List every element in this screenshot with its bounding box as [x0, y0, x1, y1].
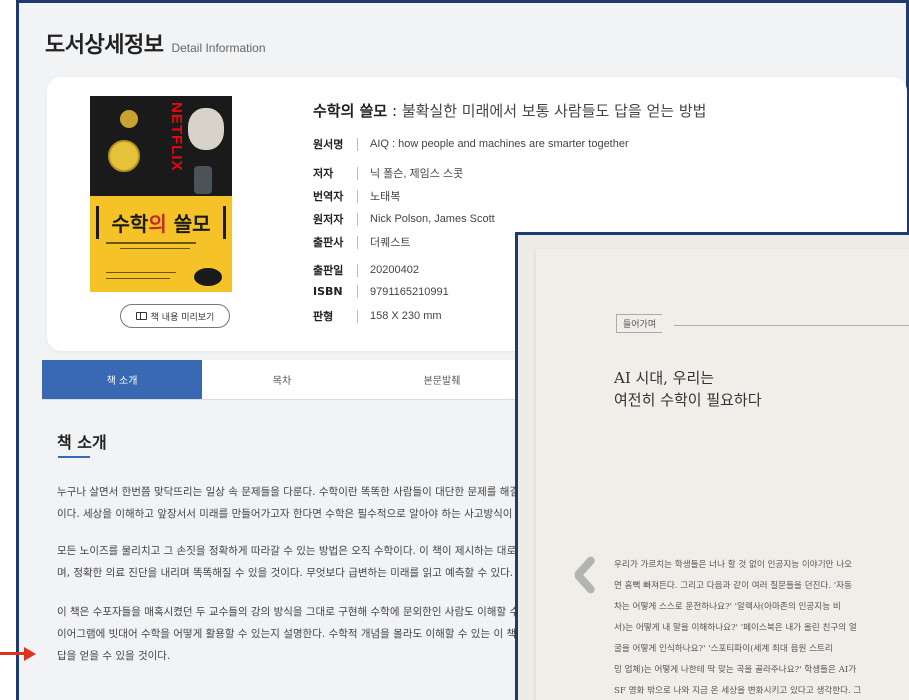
paragraph-line: 이다. 세상을 이해하고 앞장서서 미래를 만들어가고자 한다면 수학은 필수적… [57, 508, 513, 520]
paragraph-line: 이 책은 수포자들을 매혹시켰던 두 교수들의 강의 방식을 그대로 구현해 수… [57, 606, 517, 618]
cover-brand: NETFLIX [168, 102, 185, 172]
detail-tabs: 책 소개 목차 본문발췌 [42, 360, 522, 400]
book-title-subtitle: 불확실한 미래에서 보통 사람들도 답을 얻는 방법 [401, 102, 707, 120]
meta-row-format: 판형 158 X 230 mm [313, 308, 442, 324]
cover-title-part: 의 [148, 212, 174, 236]
cover-coin-graphic [120, 110, 138, 128]
preview-heading-line: AI 시대, 우리는 [614, 369, 715, 387]
tab-table-of-contents[interactable]: 목차 [202, 360, 362, 400]
meta-value: 20200402 [370, 264, 419, 276]
meta-divider [357, 263, 358, 277]
preview-body-line: 우리가 가르치는 학생들은 너나 할 것 없이 인공지능 이야기만 나오 [614, 560, 853, 570]
meta-value: 더퀘스트 [370, 237, 411, 249]
chevron-left-icon[interactable] [570, 549, 600, 595]
paragraph-line: 답을 얻을 수 있을 것이다. [57, 650, 171, 662]
arrow-head [24, 647, 36, 661]
cover-ball-graphic [108, 140, 140, 172]
preview-body-text: 우리가 가르치는 학생들은 너나 할 것 없이 인공지능 이야기만 나오 면 흠… [614, 555, 909, 700]
meta-label: 번역자 [313, 190, 344, 203]
meta-divider [357, 166, 358, 180]
meta-divider [357, 137, 358, 151]
tab-book-intro[interactable]: 책 소개 [42, 360, 202, 400]
preview-tag-rule [674, 325, 909, 326]
cover-text-line [106, 242, 196, 244]
page-subtitle: Detail Information [171, 41, 266, 55]
intro-paragraph: 누구나 살면서 한번쯤 맞닥뜨리는 일상 속 문제들을 다룬다. 수학이란 똑똑… [57, 481, 517, 525]
meta-divider [357, 285, 358, 298]
pointer-arrow-icon [0, 647, 38, 661]
book-title-main: 수학의 쓸모 [313, 102, 388, 120]
paragraph-line: 이어그램에 빗대어 수학을 어떻게 활용할 수 있는지 설명한다. 수학적 개념… [57, 628, 517, 640]
cover-badge [194, 268, 222, 286]
page-title: 도서상세정보 [45, 33, 164, 58]
cover-text-line [106, 278, 170, 279]
preview-body-line: SF 영화 밖으로 나와 지금 온 세상을 변화시키고 있다고 생각한다. 그 [614, 686, 862, 696]
meta-divider [357, 212, 358, 226]
intro-paragraph: 이 책은 수포자들을 매혹시켰던 두 교수들의 강의 방식을 그대로 구현해 수… [57, 601, 517, 667]
meta-label: 출판일 [313, 264, 344, 277]
preview-body-line: 차는 어떻게 스스로 운전하나요?' '알렉사(아마존의 인공지능 비 [614, 602, 841, 612]
book-cover-image: NETFLIX 수학의 쓸모 [90, 96, 232, 292]
meta-value: 9791165210991 [370, 285, 449, 298]
open-book-icon [135, 312, 147, 320]
meta-value: 158 X 230 mm [370, 310, 442, 322]
cover-title: 수학의 쓸모 [96, 206, 226, 239]
meta-label: 원서명 [313, 138, 344, 151]
paragraph-line: 모든 노이즈를 물리치고 그 손짓을 정확하게 따라갈 수 있는 방법은 오직 … [57, 545, 517, 557]
page-header: 도서상세정보 Detail Information [45, 27, 266, 59]
chevron-stroke [573, 570, 597, 595]
section-title: 책 소개 [57, 433, 107, 452]
preview-page: 들어가며 AI 시대, 우리는 여전히 수학이 필요하다 우리가 가르치는 학생… [536, 249, 909, 700]
preview-body-line: 면 흠뻑 빠져든다. 그리고 다음과 같이 여러 질문들을 던진다. '자동 [614, 581, 852, 591]
preview-heading-line: 여전히 수학이 필요하다 [614, 391, 762, 409]
preview-body-line: 굴을 어떻게 인식하나요?' '스포티파이(세계 최대 음원 스트리 [614, 644, 833, 654]
meta-label: 원저자 [313, 213, 344, 226]
arrow-shaft [0, 652, 26, 655]
meta-value: Nick Polson, James Scott [370, 213, 495, 225]
preview-page-overlay: 들어가며 AI 시대, 우리는 여전히 수학이 필요하다 우리가 가르치는 학생… [515, 232, 909, 700]
meta-divider [357, 189, 358, 203]
meta-value: AIQ : how people and machines are smarte… [370, 138, 629, 150]
meta-divider [357, 235, 358, 249]
meta-label: 저자 [313, 167, 334, 180]
tab-excerpt[interactable]: 본문발췌 [362, 360, 522, 400]
cover-title-part: 수학 [111, 212, 149, 236]
meta-label: ISBN [313, 285, 343, 298]
meta-row-author: 저자 닉 폴슨, 제임스 스콧 [313, 165, 463, 181]
preview-body-line: 밍 업체)는 어떻게 나한테 딱 맞는 곡을 골라주나요?' 학생들은 AI가 [614, 665, 857, 675]
cover-text-line [106, 272, 176, 273]
section-underline [58, 456, 90, 458]
meta-row-original-title: 원서명 AIQ : how people and machines are sma… [313, 136, 629, 152]
meta-row-translator: 번역자 노태복 [313, 188, 400, 204]
preview-book-button[interactable]: 책 내용 미리보기 [120, 304, 230, 328]
paragraph-line: 며, 정확한 의료 진단을 내리며 똑똑해질 수 있을 것이다. 무엇보다 급변… [57, 567, 514, 579]
book-title: 수학의 쓸모 : 불확실한 미래에서 보통 사람들도 답을 얻는 방법 [313, 100, 706, 121]
cover-title-part: 쓸모 [173, 212, 211, 236]
meta-divider [357, 309, 358, 323]
meta-label: 출판사 [313, 236, 344, 249]
preview-button-label: 책 내용 미리보기 [150, 312, 215, 323]
meta-value: 노태복 [370, 191, 401, 203]
cover-submarine-graphic [194, 166, 212, 194]
meta-row-publish-date: 출판일 20200402 [313, 262, 419, 278]
meta-row-isbn: ISBN 9791165210991 [313, 285, 449, 298]
meta-row-original-author: 원저자 Nick Polson, James Scott [313, 211, 495, 227]
meta-row-publisher: 출판사 더퀘스트 [313, 234, 410, 250]
meta-value: 닉 폴슨, 제임스 스콧 [370, 168, 464, 180]
book-title-separator: : [387, 102, 402, 120]
cover-portrait-graphic [188, 108, 224, 150]
intro-paragraph: 모든 노이즈를 물리치고 그 손짓을 정확하게 따라갈 수 있는 방법은 오직 … [57, 540, 517, 584]
cover-text-line [120, 248, 190, 249]
meta-label: 판형 [313, 310, 334, 323]
preview-chapter-tag: 들어가며 [616, 314, 663, 333]
preview-body-line: 서)는 어떻게 내 말을 이해하나요?' '페이스북은 내가 올린 친구의 얼 [614, 623, 857, 633]
paragraph-line: 누구나 살면서 한번쯤 맞닥뜨리는 일상 속 문제들을 다룬다. 수학이란 똑똑… [57, 486, 517, 498]
